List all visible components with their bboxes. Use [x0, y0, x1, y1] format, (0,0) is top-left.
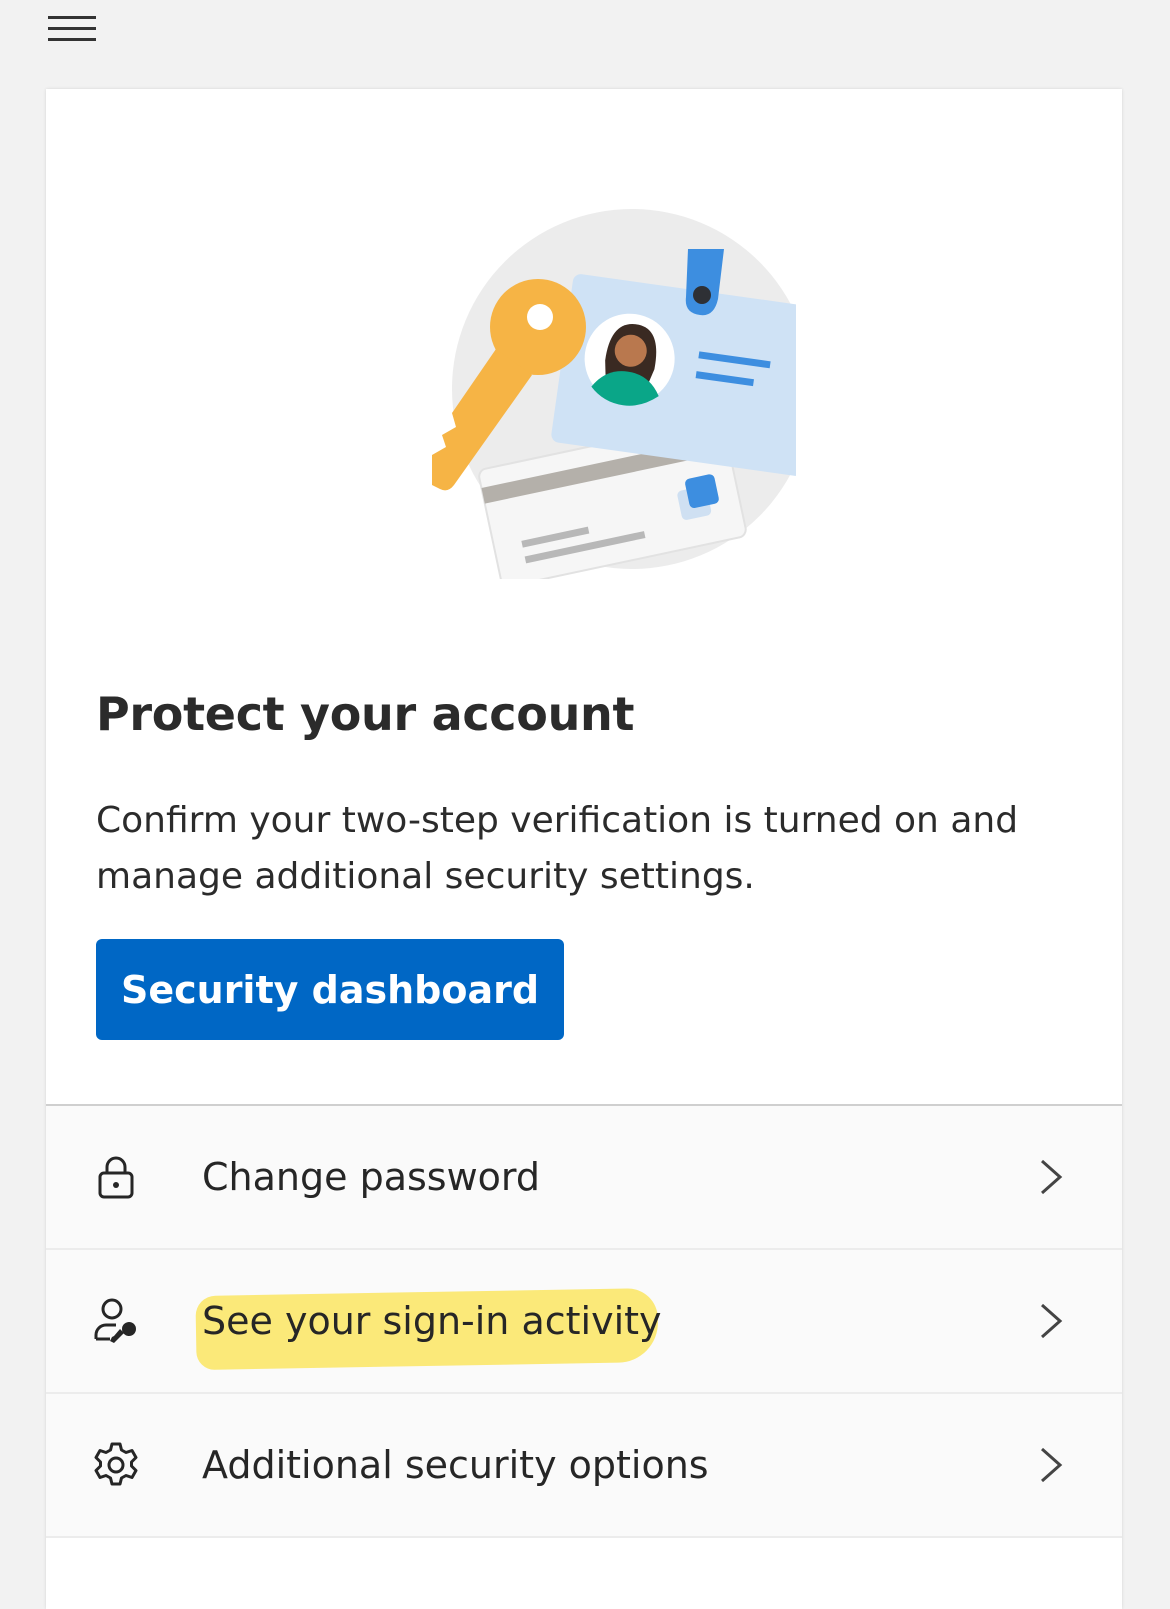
protect-account-card: Protect your account Confirm your two-st…: [46, 89, 1122, 1609]
security-keys-illustration: [432, 209, 796, 579]
chevron-right-icon: [1041, 1447, 1063, 1483]
security-dashboard-button[interactable]: Security dashboard: [96, 939, 564, 1040]
list-item-label: Additional security options: [202, 1443, 709, 1487]
hamburger-icon[interactable]: [44, 12, 100, 48]
security-options-list: Change password See your sign-in activit…: [46, 1104, 1122, 1538]
list-item-label: Change password: [202, 1155, 540, 1199]
list-item-sign-in-activity[interactable]: See your sign-in activity: [46, 1250, 1122, 1394]
chevron-right-icon: [1041, 1159, 1063, 1195]
lock-icon: [98, 1156, 134, 1199]
list-item-additional-security-options[interactable]: Additional security options: [46, 1394, 1122, 1538]
list-item-label: See your sign-in activity: [202, 1299, 662, 1343]
user-key-icon: [94, 1298, 136, 1343]
gear-icon: [94, 1442, 138, 1486]
page-title: Protect your account: [96, 687, 635, 741]
page-description: Confirm your two-step verification is tu…: [96, 800, 1019, 897]
top-bar: [0, 0, 1170, 88]
chevron-right-icon: [1041, 1303, 1063, 1339]
list-item-change-password[interactable]: Change password: [46, 1106, 1122, 1250]
